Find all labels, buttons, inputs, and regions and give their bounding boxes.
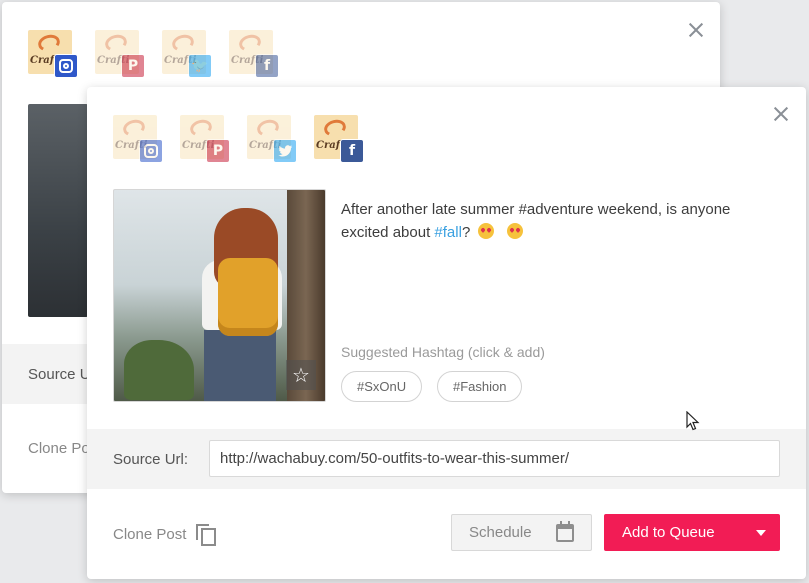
back-clone-post[interactable]: Clone Po (28, 440, 90, 457)
schedule-button[interactable]: Schedule (451, 514, 592, 551)
source-url-input[interactable] (209, 440, 780, 477)
photo-backpack (218, 258, 278, 336)
pinterest-icon: P (121, 54, 145, 78)
caption-text: After another late summer #adventure wee… (341, 201, 731, 241)
front-post-card: Crafti Crafti P Crafti Crafti f ☆ After … (87, 87, 806, 579)
caption-hashtag-link[interactable]: #fall (434, 224, 462, 241)
post-image: ☆ (113, 189, 326, 402)
back-post-image (28, 104, 88, 317)
facebook-icon: f (255, 54, 279, 78)
back-account-facebook[interactable]: Crafti f (229, 30, 279, 78)
clone-post-label: Clone Post (113, 525, 187, 543)
twitter-icon: 🐦 (188, 54, 212, 78)
account-pinterest[interactable]: Crafti P (180, 115, 230, 163)
back-account-twitter[interactable]: Crafti 🐦 (162, 30, 212, 78)
photo-person (204, 330, 276, 401)
pinterest-icon: P (206, 139, 230, 163)
back-close-icon[interactable] (687, 21, 705, 39)
caption-text-end: ? (461, 224, 471, 241)
instagram-icon (54, 54, 78, 78)
back-source-label: Source U (28, 366, 91, 383)
source-url-label: Source Url: (113, 451, 189, 468)
schedule-label: Schedule (469, 524, 532, 541)
clone-post-button[interactable]: Clone Post (113, 524, 217, 546)
heart-eyes-emoji-icon (506, 223, 523, 239)
account-instagram[interactable]: Crafti (113, 115, 163, 163)
add-to-queue-button[interactable]: Add to Queue (604, 514, 780, 551)
account-facebook[interactable]: Crafti f (314, 115, 364, 163)
hashtag-chip[interactable]: #Fashion (437, 371, 523, 402)
account-twitter[interactable]: Crafti (247, 115, 297, 163)
twitter-icon (273, 139, 297, 163)
facebook-icon: f (340, 139, 364, 163)
add-to-queue-label: Add to Queue (622, 524, 715, 541)
mouse-cursor-icon (686, 411, 700, 431)
source-url-row: Source Url: (87, 429, 806, 489)
heart-eyes-emoji-icon (478, 223, 495, 239)
calendar-icon (556, 521, 574, 542)
suggested-hashtag-title: Suggested Hashtag (click & add) (341, 344, 545, 360)
star-icon[interactable]: ☆ (286, 360, 316, 390)
chevron-down-icon (756, 529, 766, 536)
instagram-icon (139, 139, 163, 163)
hashtag-chip[interactable]: #SxOnU (341, 371, 423, 402)
copy-icon (196, 524, 217, 546)
back-account-pinterest[interactable]: Crafti P (95, 30, 145, 78)
post-caption[interactable]: After another late summer #adventure wee… (341, 198, 781, 244)
close-icon[interactable] (772, 105, 790, 123)
back-account-instagram[interactable]: Crafti (28, 30, 78, 78)
queue-dropdown-toggle[interactable] (742, 514, 780, 551)
photo-tree (124, 340, 194, 400)
